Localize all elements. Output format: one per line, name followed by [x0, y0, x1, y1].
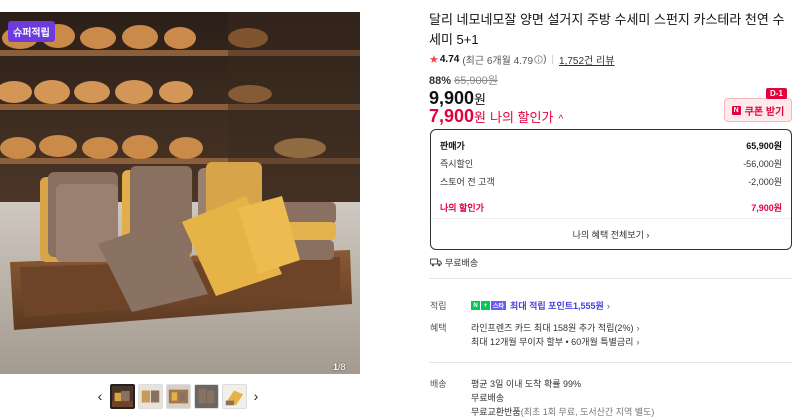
product-main-image[interactable]: 슈퍼적립 1/8: [0, 12, 360, 374]
image-counter-total: /8: [338, 362, 346, 372]
chevron-right-icon: ›: [606, 300, 610, 311]
price-box-divider: [431, 218, 791, 219]
coupon-label: 쿠폰 받기: [744, 106, 785, 118]
sale-price: 9,900: [429, 88, 475, 108]
thumbnail-4[interactable]: [193, 383, 219, 409]
price-row-store-discount: 스토어 전 고객 -2,000원: [440, 175, 782, 188]
my-price-row[interactable]: 7,900 원 나의 할인가 ^: [429, 106, 563, 127]
thumbnail-prev-icon[interactable]: ‹: [92, 384, 108, 408]
price-row-instant-discount: 즉시할인 -56,000원: [440, 157, 782, 170]
my-discount-label: 나의 할인가: [490, 110, 554, 125]
rating-recent-close: ): [543, 54, 547, 65]
star-icon: ★: [429, 54, 439, 66]
super-points-badge: 슈퍼적립: [8, 21, 55, 42]
delivery-label: 배송: [430, 379, 447, 389]
price-row-label: 즉시할인: [440, 159, 474, 169]
reviews-link[interactable]: 1,752건 리뷰: [559, 52, 614, 67]
chevron-up-icon[interactable]: ^: [558, 114, 563, 125]
my-discount-price-unit: 원: [474, 110, 487, 125]
discount-percent: 88%: [429, 75, 452, 87]
price-row-my-price: 나의 할인가 7,900원: [440, 201, 782, 214]
naver-icon: N: [731, 105, 741, 115]
chevron-right-icon: ›: [636, 322, 640, 333]
thumbnail-5[interactable]: [221, 383, 247, 409]
thumbnail-3[interactable]: [165, 383, 191, 409]
price-row-label: 나의 할인가: [440, 203, 484, 213]
benefit-label: 혜택: [430, 323, 447, 333]
image-counter: 1/8: [333, 362, 346, 372]
discount-row: 88% 65,900원: [429, 72, 498, 88]
product-info-panel: 달리 네모네모잘 양면 설거지 주방 수세미 스펀지 카스테라 천연 수세미 5…: [429, 0, 800, 417]
free-return-note: (최초 1회 무료, 도서산간 지역 별도): [520, 407, 655, 417]
free-return-text: 무료교환반품: [471, 407, 521, 417]
free-shipping-label: 무료배송: [445, 258, 479, 268]
info-icon[interactable]: [534, 55, 543, 64]
my-discount-price: 7,900: [429, 106, 475, 126]
rating-row: ★ 4.74 (최근 6개월 4.79 ) | 1,752건 리뷰: [429, 52, 614, 67]
sponge-photo: [0, 12, 360, 374]
price-row-label: 판매가: [440, 141, 465, 151]
price-row-sale: 판매가 65,900원: [440, 139, 782, 152]
rating-score: 4.74: [439, 54, 460, 65]
points-row[interactable]: N + 스타 최대 적립 포인트 1,555원 ›: [471, 299, 610, 312]
installment-row[interactable]: 최대 12개월 무이자 할부 • 60개월 특별금리 ›: [471, 335, 639, 348]
original-price: 65,900원: [454, 75, 498, 87]
dday-badge: D-1: [766, 88, 787, 99]
price-breakdown-box: 판매가 65,900원 즉시할인 -56,000원 스토어 전 고객 -2,00…: [430, 129, 792, 250]
thumbnail-1[interactable]: [109, 383, 135, 409]
free-shipping-row: 무료배송: [430, 256, 478, 269]
section-divider: [429, 362, 792, 363]
chevron-right-icon: ›: [636, 336, 640, 347]
price-row-value: 65,900원: [746, 141, 782, 151]
price-row-value: 7,900원: [751, 203, 782, 213]
delivery-probability: 평균 3일 이내 도착 확률 99%: [471, 379, 582, 389]
points-value: 1,555원: [573, 301, 604, 311]
truck-icon: [430, 258, 442, 267]
installment-text: 최대 12개월 무이자 할부 • 60개월 특별금리: [471, 337, 634, 347]
points-label: 적립: [430, 301, 447, 311]
points-text: 최대 적립 포인트: [510, 301, 574, 311]
thumbnail-next-icon[interactable]: ›: [248, 384, 264, 408]
free-return-row: 무료교환반품 (최초 1회 무료, 도서산간 지역 별도): [471, 405, 654, 417]
price-row-label: 스토어 전 고객: [440, 177, 495, 187]
sale-price-unit: 원: [474, 92, 487, 107]
card-benefit-text: 라인프렌즈 카드 최대 158원 추가 적립(2%): [471, 323, 634, 333]
price-row-value: -2,000원: [748, 177, 782, 187]
price-row-value: -56,000원: [743, 159, 782, 169]
coupon-button[interactable]: N 쿠폰 받기: [724, 98, 792, 122]
naver-pay-badge-icon: N + 스타: [471, 301, 507, 310]
card-benefit-row[interactable]: 라인프렌즈 카드 최대 158원 추가 적립(2%) ›: [471, 321, 639, 334]
thumbnail-strip: ‹ ›: [92, 381, 264, 411]
rating-recent: (최근 6개월 4.79: [462, 56, 534, 67]
section-divider: [429, 278, 792, 279]
view-all-benefits-link[interactable]: 나의 혜택 전체보기 ›: [431, 228, 791, 241]
thumbnail-2[interactable]: [137, 383, 163, 409]
product-title: 달리 네모네모잘 양면 설거지 주방 수세미 스펀지 카스테라 천연 수세미 5…: [429, 12, 785, 47]
delivery-free: 무료배송: [471, 393, 505, 403]
rating-divider: |: [551, 54, 555, 65]
